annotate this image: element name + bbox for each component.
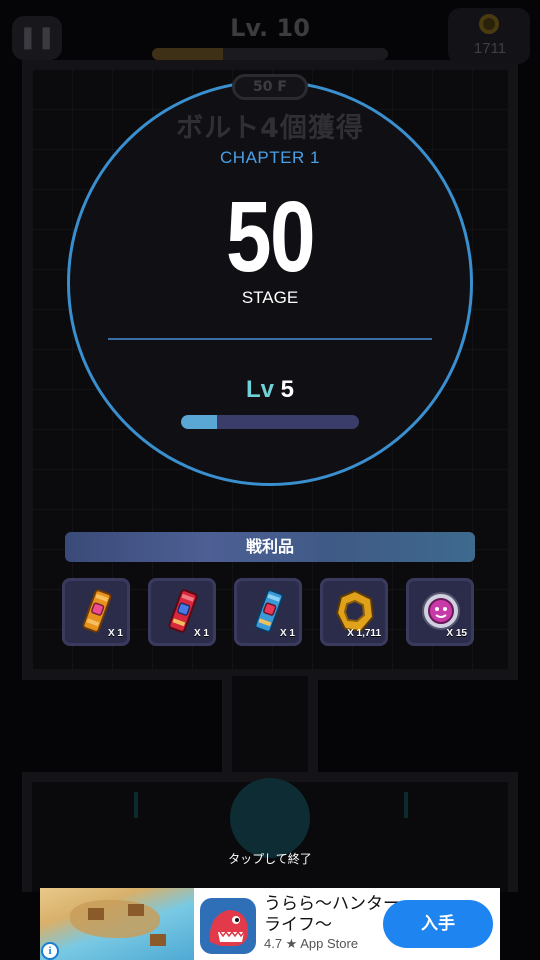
- loot-quantity: X 15: [446, 628, 467, 639]
- loot-banner: 戦利品: [65, 532, 475, 562]
- stage-label: STAGE: [241, 288, 299, 307]
- floor-badge: 50 F: [232, 74, 308, 100]
- loot-row: X 1 X 1 X 1 X 1,711 X 15: [62, 578, 480, 648]
- coin-count: 1711: [473, 40, 507, 57]
- loot-quantity: X 1,711: [347, 628, 381, 639]
- coin-icon: [479, 14, 499, 34]
- red-monster-icon: [209, 910, 248, 946]
- loot-item[interactable]: X 1: [234, 578, 302, 646]
- loot-item[interactable]: X 15: [406, 578, 474, 646]
- level-value: 5: [280, 376, 295, 403]
- ad-image[interactable]: [40, 888, 194, 960]
- hut-graphic: [150, 934, 166, 946]
- loot-item[interactable]: X 1: [62, 578, 130, 646]
- xp-bar-fill: [152, 48, 223, 60]
- spawn-circle: [230, 778, 310, 858]
- island-graphic: [70, 900, 160, 938]
- loot-quantity: X 1: [107, 628, 123, 639]
- loot-quantity: X 1: [279, 628, 295, 639]
- floor-marker: [404, 792, 408, 818]
- loot-item[interactable]: X 1: [148, 578, 216, 646]
- ad-info-icon[interactable]: i: [41, 942, 59, 960]
- ad-rating: 4.7 ★ App Store: [264, 936, 359, 951]
- hut-graphic: [128, 904, 144, 916]
- ad-get-button[interactable]: 入手: [383, 900, 493, 948]
- loot-quantity: X 1: [193, 628, 209, 639]
- loot-item[interactable]: X 1,711: [320, 578, 388, 646]
- chapter-label: CHAPTER 1: [220, 148, 320, 167]
- ad-banner[interactable]: i うらら〜ハンターライフ〜 4.7 ★ App Store 入手: [40, 888, 500, 960]
- xp-bar: [152, 48, 388, 60]
- level-progress-fill: [181, 415, 217, 429]
- ad-app-icon[interactable]: [200, 898, 256, 954]
- level-row: Lv 5: [0, 376, 540, 404]
- mission-text: ボルト4個獲得: [176, 113, 364, 144]
- divider: [108, 338, 432, 340]
- dungeon-corridor: [222, 676, 318, 786]
- hut-graphic: [88, 908, 104, 920]
- floor-marker: [134, 792, 138, 818]
- tap-to-close-hint[interactable]: タップして終了: [0, 850, 540, 867]
- stage-number: 50: [226, 181, 316, 293]
- level-prefix: Lv: [245, 376, 274, 403]
- level-progress-bar: [181, 415, 359, 429]
